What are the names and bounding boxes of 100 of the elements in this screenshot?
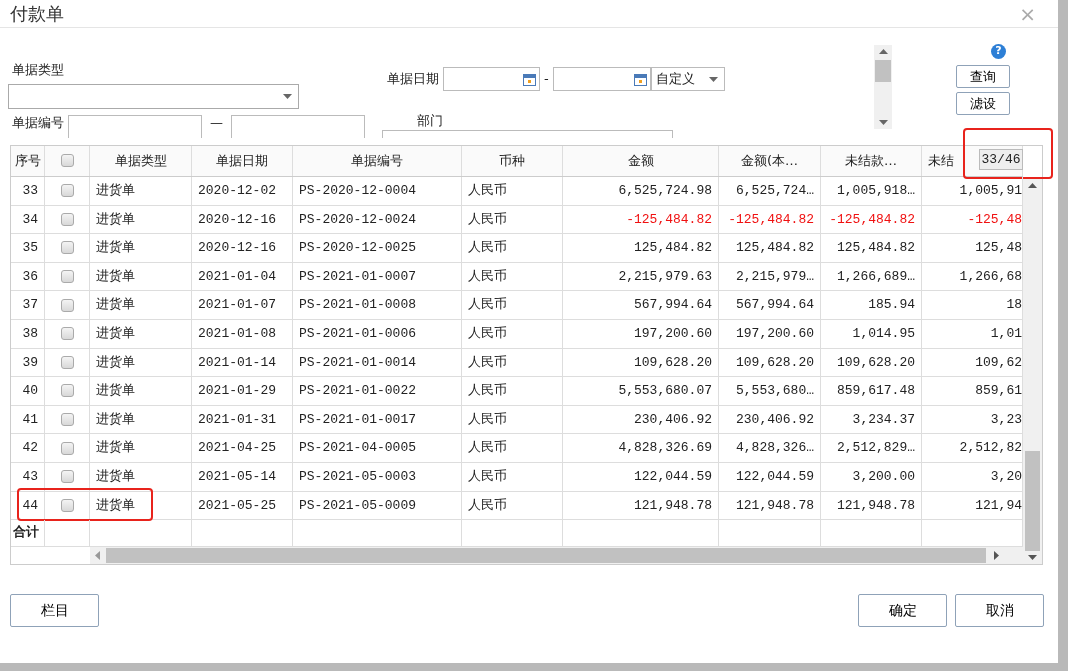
scroll-thumb[interactable] — [875, 60, 891, 82]
checkbox[interactable] — [60, 355, 74, 369]
checkbox[interactable] — [60, 441, 74, 455]
table-cell: 人民币 — [462, 291, 563, 319]
table-cell: 2020-12-02 — [192, 176, 293, 205]
doc-number-input[interactable] — [68, 114, 202, 138]
columns-button[interactable]: 栏目 — [10, 594, 99, 627]
table-cell: 567,994.64 — [563, 291, 719, 319]
column-header: 序号 — [11, 146, 45, 176]
table-cell: 进货单 — [90, 262, 192, 291]
table-cell: 121,948.78 — [821, 491, 922, 520]
table-cell: 2021-01-29 — [192, 377, 293, 405]
range-separator: — — [210, 113, 223, 132]
action-button[interactable]: 滤设 — [956, 92, 1010, 115]
checkbox[interactable] — [60, 327, 74, 341]
doc-type-select[interactable] — [8, 83, 299, 109]
table-cell: 230,406.92 — [563, 405, 719, 434]
date-input[interactable] — [443, 67, 540, 91]
table-cell: 进货单 — [90, 377, 192, 405]
table-cell: 185.94 — [821, 291, 922, 319]
table-cell: 2021-05-14 — [192, 463, 293, 491]
table-cell: PS-2021-01-0007 — [293, 262, 462, 291]
checkbox[interactable] — [60, 384, 74, 398]
scrollbar[interactable] — [874, 45, 892, 129]
table-cell: 进货单 — [90, 348, 192, 377]
table-cell: 人民币 — [462, 377, 563, 405]
scroll-right-icon[interactable] — [994, 551, 999, 561]
column-header: 币种 — [462, 146, 563, 176]
date-input[interactable] — [552, 67, 651, 91]
cancel-button[interactable]: 取消 — [955, 594, 1044, 627]
row-number: 42 — [11, 434, 45, 462]
doc-number-input[interactable] — [231, 114, 365, 138]
field-label: 单据日期 — [387, 70, 439, 89]
scroll-thumb[interactable] — [1025, 451, 1040, 551]
scroll-down-icon[interactable] — [878, 120, 888, 125]
table-cell: 2021-01-31 — [192, 405, 293, 434]
page-indicator: 33/46 — [979, 149, 1023, 170]
table-cell: 进货单 — [90, 463, 192, 491]
table-cell: PS-2020-12-0024 — [293, 205, 462, 234]
checkbox[interactable] — [60, 212, 74, 226]
checkbox[interactable] — [60, 154, 74, 168]
table-cell: 2021-01-08 — [192, 319, 293, 348]
range-select[interactable]: 自定义 — [650, 67, 725, 91]
scroll-down-icon[interactable] — [1028, 555, 1037, 560]
calendar-icon — [633, 72, 647, 86]
table-cell: 2021-04-25 — [192, 434, 293, 462]
checkbox[interactable] — [60, 413, 74, 427]
row-number: 35 — [11, 234, 45, 262]
table-cell: 2021-01-07 — [192, 291, 293, 319]
table-cell: 5,553,680.07 — [563, 377, 719, 405]
table-cell: 5,553,680… — [719, 377, 821, 405]
column-header: 金额 — [563, 146, 719, 176]
table-cell: 人民币 — [462, 434, 563, 462]
table-cell: 6,525,724… — [719, 176, 821, 205]
field-label: 单据类型 — [11, 61, 65, 79]
help-icon[interactable]: ? — [991, 44, 1006, 59]
checkbox[interactable] — [60, 298, 74, 312]
scroll-up-icon[interactable] — [1028, 183, 1037, 188]
horizontal-scrollbar[interactable] — [90, 547, 1023, 565]
table-cell: 2,215,979… — [719, 262, 821, 291]
confirm-button[interactable]: 确定 — [858, 594, 947, 627]
row-number: 34 — [11, 205, 45, 234]
table-cell: 3,234.37 — [821, 405, 922, 434]
row-number: 44 — [11, 491, 45, 520]
table-cell: PS-2021-04-0005 — [293, 434, 462, 462]
row-number: 38 — [11, 319, 45, 348]
table-cell: 2021-01-14 — [192, 348, 293, 377]
vertical-scrollbar[interactable] — [1023, 177, 1042, 564]
checkbox[interactable] — [60, 270, 74, 284]
checkbox[interactable] — [60, 498, 74, 512]
table-cell: 进货单 — [90, 291, 192, 319]
checkbox[interactable] — [60, 184, 74, 198]
checkbox[interactable] — [60, 470, 74, 484]
table-cell: 109,628.20 — [563, 348, 719, 377]
checkbox[interactable] — [60, 241, 74, 255]
column-header: 单据日期 — [192, 146, 293, 176]
table-cell: PS-2021-01-0014 — [293, 348, 462, 377]
column-header: 单据类型 — [90, 146, 192, 176]
table-cell: 4,828,326… — [719, 434, 821, 462]
table-cell: 125,484.82 — [563, 234, 719, 262]
action-button[interactable]: 查询 — [956, 65, 1010, 88]
table-cell: 121,948.78 — [719, 491, 821, 520]
table-cell: 2021-05-25 — [192, 491, 293, 520]
row-number: 36 — [11, 262, 45, 291]
table-cell: 122,044.59 — [563, 463, 719, 491]
table-cell: 进货单 — [90, 319, 192, 348]
scroll-up-icon[interactable] — [878, 49, 888, 54]
column-header: 单据编号 — [293, 146, 462, 176]
table-cell: 人民币 — [462, 405, 563, 434]
table-cell: 人民币 — [462, 234, 563, 262]
column-header: 未结款… — [821, 146, 922, 176]
calendar-icon — [523, 72, 536, 86]
table-cell: 121,948.78 — [563, 491, 719, 520]
table-cell: PS-2021-05-0009 — [293, 491, 462, 520]
range-separator: - — [544, 70, 549, 89]
table-cell: 3,200.00 — [821, 463, 922, 491]
row-number: 33 — [11, 176, 45, 205]
scroll-left-icon[interactable] — [95, 551, 100, 561]
row-number: 37 — [11, 291, 45, 319]
scroll-thumb[interactable] — [106, 548, 986, 564]
